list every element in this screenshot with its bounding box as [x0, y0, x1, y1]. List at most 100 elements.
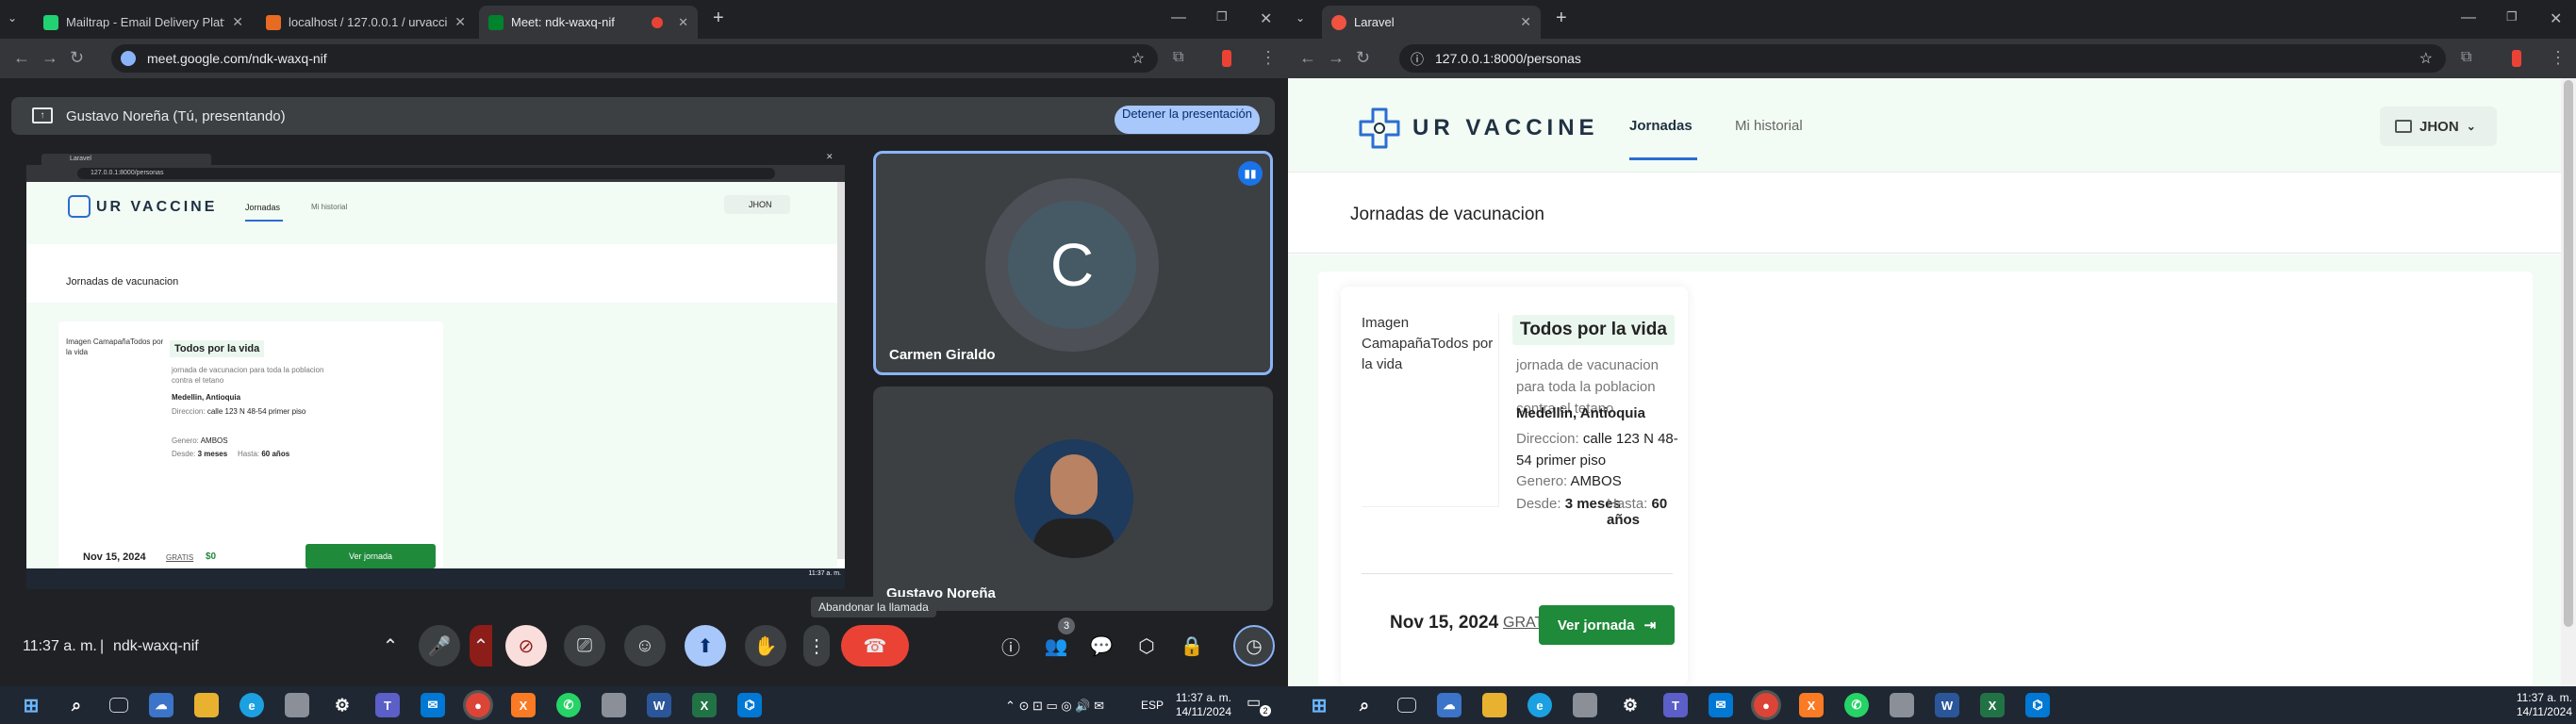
- edge-icon[interactable]: e: [239, 693, 264, 717]
- clock[interactable]: 11:37 a. m. 14/11/2024: [2510, 691, 2572, 719]
- captions-button[interactable]: ⎚: [564, 625, 605, 666]
- close-tab-icon[interactable]: ✕: [454, 14, 466, 30]
- vscode-icon[interactable]: ⌬: [2025, 693, 2050, 717]
- camera-off-button[interactable]: ⊘: [505, 625, 547, 666]
- scrollbar-thumb[interactable]: [2564, 80, 2573, 627]
- present-button[interactable]: ⬆: [685, 625, 726, 666]
- more-options-icon[interactable]: ⋮: [803, 625, 830, 666]
- tab-laravel[interactable]: Laravel ✕: [1322, 6, 1541, 39]
- site-info-icon[interactable]: [121, 51, 136, 66]
- whatsapp-icon[interactable]: ✆: [1844, 693, 1869, 717]
- excel-icon[interactable]: X: [692, 693, 717, 717]
- notepad-icon[interactable]: [1890, 693, 1914, 717]
- teams-icon[interactable]: T: [1663, 693, 1688, 717]
- app-logo[interactable]: UR VACCINE: [1358, 107, 1599, 150]
- clock[interactable]: 11:37 a. m. 14/11/2024: [1175, 691, 1231, 719]
- ver-jornada-button[interactable]: Ver jornada ⇥: [1539, 605, 1675, 645]
- word-icon[interactable]: W: [1935, 693, 1959, 717]
- mail-icon[interactable]: ✉: [1709, 693, 1733, 717]
- task-view-icon[interactable]: [109, 698, 128, 713]
- app-icon[interactable]: [1573, 693, 1597, 717]
- search-icon[interactable]: ⌕: [1352, 693, 1377, 717]
- raise-hand-button[interactable]: ✋: [745, 625, 786, 666]
- xampp-icon[interactable]: X: [511, 693, 536, 717]
- close-tab-icon[interactable]: ✕: [232, 14, 243, 30]
- bookmark-icon[interactable]: ☆: [2419, 49, 2433, 68]
- windows-start-icon[interactable]: ⊞: [19, 693, 43, 717]
- app-icon[interactable]: [285, 693, 309, 717]
- search-icon[interactable]: ⌕: [64, 693, 89, 717]
- settings-gear-icon[interactable]: ⚙: [1618, 693, 1643, 717]
- leave-call-button[interactable]: ☎: [841, 625, 909, 666]
- chat-icon[interactable]: 💬: [1081, 625, 1122, 666]
- participant-tile-carmen[interactable]: C ▮▮ Carmen Giraldo: [873, 151, 1273, 375]
- notepad-icon[interactable]: [602, 693, 626, 717]
- weather-icon[interactable]: ☁: [1437, 693, 1461, 717]
- activities-icon[interactable]: ⬡: [1126, 625, 1167, 666]
- host-controls-icon[interactable]: 🔒: [1171, 625, 1213, 666]
- nav-jornadas[interactable]: Jornadas: [1629, 118, 1693, 134]
- info-icon[interactable]: ⓘ: [990, 625, 1032, 666]
- stop-presenting-button[interactable]: Detener la presentación: [1115, 106, 1260, 134]
- chrome-icon[interactable]: ●: [466, 693, 490, 717]
- close-window-icon[interactable]: ✕: [1260, 9, 1272, 28]
- word-icon[interactable]: W: [647, 693, 671, 717]
- tab-meet[interactable]: Meet: ndk-waxq-nif ✕: [479, 6, 698, 39]
- input-language[interactable]: ESP: [1141, 699, 1164, 713]
- tab-search-icon[interactable]: ⌄: [8, 11, 17, 25]
- notification-icon[interactable]: ▭: [1247, 696, 1261, 711]
- close-tab-icon[interactable]: ✕: [1520, 14, 1531, 30]
- whatsapp-icon[interactable]: ✆: [556, 693, 581, 717]
- tray-icons[interactable]: ⌃ ⊙ ⊡ ▭ ◎ 🔊 ✉: [1005, 699, 1104, 713]
- edge-icon[interactable]: e: [1527, 693, 1552, 717]
- timer-icon[interactable]: ◷: [1233, 625, 1275, 666]
- teams-icon[interactable]: T: [375, 693, 400, 717]
- vscode-icon[interactable]: ⌬: [737, 693, 762, 717]
- bookmark-icon[interactable]: ☆: [1131, 49, 1145, 68]
- emoji-button[interactable]: ☺: [624, 625, 666, 666]
- profile-icon[interactable]: [1222, 50, 1231, 67]
- extensions-icon[interactable]: ⧉: [2461, 48, 2471, 67]
- extensions-icon[interactable]: ⧉: [1173, 48, 1183, 67]
- back-icon[interactable]: ←: [13, 48, 30, 67]
- menu-icon[interactable]: ⋮: [1260, 48, 1277, 67]
- new-tab-icon[interactable]: +: [1556, 8, 1567, 29]
- weather-icon[interactable]: ☁: [149, 693, 173, 717]
- site-info-icon[interactable]: ⓘ: [1411, 50, 1424, 69]
- forward-icon[interactable]: →: [41, 48, 58, 67]
- nav-mi-historial[interactable]: Mi historial: [1735, 118, 1803, 134]
- new-tab-icon[interactable]: +: [713, 8, 724, 29]
- minimize-icon[interactable]: —: [1171, 9, 1186, 26]
- address-bar[interactable]: ⓘ 127.0.0.1:8000/personas ☆: [1399, 44, 2446, 73]
- close-window-icon[interactable]: ✕: [2550, 9, 2562, 28]
- windows-start-icon[interactable]: ⊞: [1307, 693, 1331, 717]
- user-menu[interactable]: JHON ⌄: [2380, 107, 2497, 146]
- tab-mailtrap[interactable]: Mailtrap - Email Delivery Platfo ✕: [34, 6, 253, 39]
- chrome-icon[interactable]: ●: [1754, 693, 1778, 717]
- excel-icon[interactable]: X: [1980, 693, 2005, 717]
- audio-options-icon[interactable]: ⌃: [379, 625, 402, 666]
- minimize-icon[interactable]: —: [2461, 9, 2476, 26]
- xampp-icon[interactable]: X: [1799, 693, 1824, 717]
- tab-search-icon[interactable]: ⌄: [1296, 11, 1305, 25]
- address-bar[interactable]: meet.google.com/ndk-waxq-nif ☆: [111, 44, 1158, 73]
- page-scrollbar[interactable]: [2561, 78, 2576, 686]
- forward-icon[interactable]: →: [1328, 48, 1345, 67]
- back-icon[interactable]: ←: [1299, 48, 1316, 67]
- restore-icon[interactable]: ❐: [1216, 9, 1228, 25]
- menu-icon[interactable]: ⋮: [2550, 48, 2567, 67]
- settings-gear-icon[interactable]: ⚙: [330, 693, 355, 717]
- video-options-icon[interactable]: ⌃: [470, 625, 492, 666]
- close-tab-icon[interactable]: ✕: [678, 15, 688, 30]
- file-explorer-icon[interactable]: [194, 693, 219, 717]
- task-view-icon[interactable]: [1397, 698, 1416, 713]
- file-explorer-icon[interactable]: [1482, 693, 1507, 717]
- reload-icon[interactable]: ↻: [70, 48, 84, 67]
- profile-icon[interactable]: [2512, 50, 2521, 67]
- participant-tile-gustavo[interactable]: Gustavo Noreña: [873, 387, 1273, 611]
- mic-button[interactable]: 🎤: [419, 625, 460, 666]
- reload-icon[interactable]: ↻: [1356, 48, 1370, 67]
- restore-icon[interactable]: ❐: [2506, 9, 2518, 25]
- tab-phpmyadmin[interactable]: localhost / 127.0.0.1 / urvaccine ✕: [256, 6, 475, 39]
- mail-icon[interactable]: ✉: [421, 693, 445, 717]
